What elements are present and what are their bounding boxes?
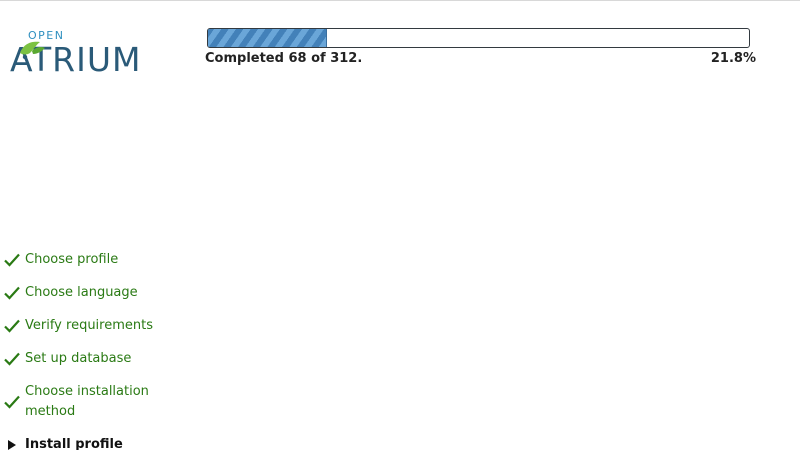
open-atrium-logo: OPEN ATRIUM (10, 29, 180, 81)
task-item-choose-language: Choose language (4, 283, 184, 303)
task-label: Choose installation method (25, 384, 149, 419)
task-label: Verify requirements (25, 318, 154, 333)
caret-right-icon (8, 440, 16, 450)
task-item-choose-profile: Choose profile (4, 250, 184, 270)
checkmark-icon (4, 286, 20, 300)
task-label: Set up database (25, 351, 132, 366)
checkmark-icon (4, 253, 20, 267)
task-item-choose-installation-method: Choose installation method (4, 382, 184, 422)
progress-bar (207, 28, 750, 48)
task-label: Choose language (25, 285, 138, 300)
progress-message: Completed 68 of 312. (205, 51, 363, 66)
progress-fill (208, 29, 327, 47)
progress-section: Completed 68 of 312. 21.8% (205, 28, 756, 69)
checkmark-icon (4, 395, 20, 409)
task-item-install-profile: Install profile (4, 435, 184, 450)
install-task-list: Choose profile Choose language Verify re… (4, 250, 184, 450)
progress-percent: 21.8% (710, 51, 756, 66)
task-item-verify-requirements: Verify requirements (4, 316, 184, 336)
checkmark-icon (4, 319, 20, 333)
install-page: OPEN ATRIUM Completed 68 of 312. 21.8% C… (0, 0, 800, 450)
progress-info: Completed 68 of 312. 21.8% (205, 51, 756, 69)
task-item-set-up-database: Set up database (4, 349, 184, 369)
leaf-icon (20, 41, 45, 60)
task-label: Choose profile (25, 252, 119, 267)
task-label: Install profile (25, 437, 123, 450)
checkmark-icon (4, 352, 20, 366)
